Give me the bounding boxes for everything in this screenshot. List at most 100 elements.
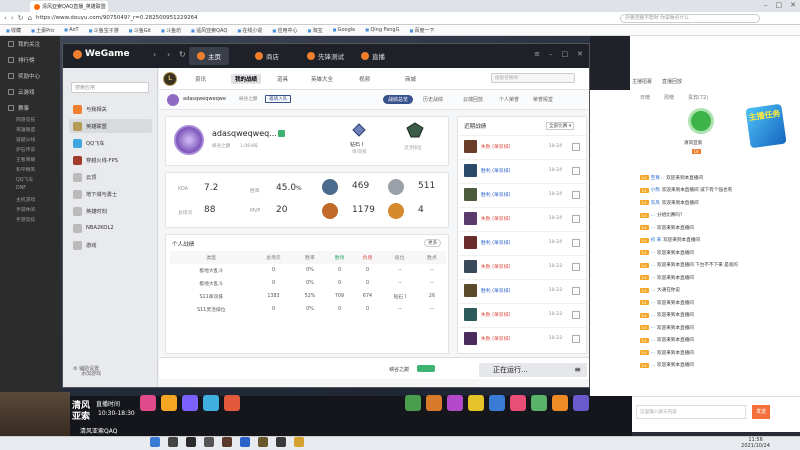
game-list-item[interactable]: 地下城与勇士	[69, 187, 152, 201]
lol-subtab[interactable]: 资讯	[195, 75, 206, 83]
match-row[interactable]: 胜利 (单双排) 10-24	[458, 231, 586, 253]
close-icon[interactable]: ✕	[577, 50, 583, 58]
wegame-nav-item[interactable]: 商店	[247, 47, 287, 65]
game-list-item[interactable]: 游戏	[69, 238, 152, 252]
lol-subtab[interactable]: 视频	[359, 75, 370, 83]
game-list-item[interactable]: 与我相关	[69, 102, 152, 116]
chat-username[interactable]: ...	[651, 288, 655, 293]
bookmark-item[interactable]: 遥风亚索QAQ	[191, 27, 227, 34]
douyu-side-item[interactable]: 云游戏	[0, 84, 60, 100]
gift-icon[interactable]	[405, 395, 421, 411]
gift-icon[interactable]	[552, 395, 568, 411]
chat-username[interactable]: ...	[651, 263, 655, 268]
gift-icon[interactable]	[573, 395, 589, 411]
chat-username[interactable]: 至尊...	[651, 175, 665, 181]
lol-subtab[interactable]: 英雄大全	[311, 75, 333, 83]
host-avatar[interactable]	[688, 108, 714, 134]
match-row[interactable]: 失败 (单双排) 10-24	[458, 135, 586, 157]
taskbar-app-icon[interactable]	[276, 437, 286, 447]
taskbar-app-icon[interactable]	[168, 437, 178, 447]
wegame-nav-item[interactable]: 直播	[353, 47, 393, 65]
player-avatar[interactable]	[174, 125, 204, 155]
minimize-icon[interactable]: –	[764, 1, 768, 9]
match-row[interactable]: 失败 (单双排) 10-24	[458, 207, 586, 229]
match-row[interactable]: 胜利 (单双排) 10-24	[458, 159, 586, 181]
gift-icon[interactable]	[468, 395, 484, 411]
back-icon[interactable]: ‹	[153, 50, 156, 59]
match-detail-icon[interactable]	[572, 238, 580, 247]
rank-tab[interactable]: 日榜	[640, 94, 650, 101]
close-icon[interactable]: ✕	[790, 1, 796, 9]
bookmark-item[interactable]: 斗鱼Git	[129, 27, 151, 34]
invite-button[interactable]: 邀请入队	[265, 95, 292, 103]
browser-tab[interactable]: 清风亚索QAQ直播_英雄联盟	[30, 1, 108, 12]
gift-icon[interactable]	[489, 395, 505, 411]
douyu-side-item[interactable]: 我的关注	[0, 36, 60, 52]
minimize-icon[interactable]: –	[549, 50, 553, 58]
home-icon[interactable]: ⌂	[28, 14, 32, 22]
match-detail-icon[interactable]	[572, 334, 580, 343]
bookmark-item[interactable]: AoT	[64, 27, 78, 33]
chat-tab[interactable]: 直播回放	[662, 78, 682, 90]
bookmark-item[interactable]: 斗鱼宝子游	[89, 27, 119, 34]
match-row[interactable]: 胜利 (单双排) 10-23	[458, 279, 586, 301]
douyu-side-sub[interactable]: 英雄联盟	[0, 126, 60, 136]
chat-input[interactable]: 这里输入聊天内容	[636, 405, 746, 419]
taskbar-app-icon[interactable]	[294, 437, 304, 447]
lol-subtab[interactable]: 道具	[277, 75, 288, 83]
douyu-side-sub[interactable]: 王者荣耀	[0, 156, 60, 166]
game-list-item[interactable]: 穿越火线-FPS	[69, 153, 152, 167]
game-list-item[interactable]: QQ飞车	[69, 136, 152, 150]
profile-tab[interactable]: 战绩总览	[383, 95, 414, 104]
back-icon[interactable]: ‹	[4, 14, 7, 22]
match-row[interactable]: 失败 (单双排) 10-23	[458, 327, 586, 349]
match-detail-icon[interactable]	[572, 286, 580, 295]
bookmark-item[interactable]: 应用中心	[272, 27, 297, 34]
gift-icon[interactable]	[203, 395, 219, 411]
summoner-search-input[interactable]: 搜索召唤师	[491, 73, 575, 83]
douyu-side-sub[interactable]: 和平精英	[0, 166, 60, 176]
match-detail-icon[interactable]	[572, 262, 580, 271]
menu-icon[interactable]: ≡	[534, 50, 540, 58]
maximize-icon[interactable]: □	[562, 50, 569, 58]
bookmark-item[interactable]: 百度一下	[409, 27, 435, 34]
refresh-icon[interactable]: ↻	[179, 50, 186, 59]
douyu-side-item[interactable]: 赛事	[0, 100, 60, 116]
chat-username[interactable]: ...	[651, 350, 655, 355]
bookmark-item[interactable]: Google	[333, 27, 356, 33]
douyu-side-sub[interactable]: 炉石传说	[0, 146, 60, 156]
bookmark-item[interactable]: 淘宝	[307, 27, 323, 34]
douyu-side-item[interactable]: 排行榜	[0, 52, 60, 68]
forward-icon[interactable]: ›	[167, 50, 170, 59]
chat-username[interactable]: ...	[651, 250, 655, 255]
taskbar-app-icon[interactable]	[204, 437, 214, 447]
chat-username[interactable]: ...	[651, 325, 655, 330]
gift-icon[interactable]	[161, 395, 177, 411]
wegame-nav-item[interactable]: 主页	[189, 47, 229, 65]
douyu-side-sub[interactable]: 手游竞技	[0, 216, 60, 226]
gift-icon[interactable]	[510, 395, 526, 411]
gift-icon[interactable]	[140, 395, 156, 411]
wegame-nav-item[interactable]: 先锋测试	[299, 47, 352, 65]
profile-tab[interactable]: 个人荣誉	[499, 96, 519, 103]
gift-icon[interactable]	[531, 395, 547, 411]
match-detail-icon[interactable]	[572, 310, 580, 319]
chat-username[interactable]: ...	[651, 338, 655, 343]
profile-tab[interactable]: 云端回放	[463, 96, 483, 103]
profile-tab[interactable]: 历史战绩	[423, 96, 443, 103]
bookmark-item[interactable]: 在线小说	[237, 27, 262, 34]
url-field[interactable]: https://www.douyu.com/9075049?_r=0.28250…	[36, 15, 616, 21]
maximize-icon[interactable]: □	[776, 1, 783, 9]
taskbar-app-icon[interactable]	[222, 437, 232, 447]
chat-username[interactable]: ...	[651, 313, 655, 318]
chat-username[interactable]: ...	[651, 300, 655, 305]
chat-username[interactable]: ...	[651, 275, 655, 280]
taskbar-app-icon[interactable]	[258, 437, 268, 447]
send-button[interactable]: 发送	[752, 405, 770, 419]
chat-username[interactable]: 初 来	[651, 237, 662, 243]
chat-username[interactable]: ...	[651, 363, 655, 368]
rank-tab[interactable]: 周榜	[664, 94, 674, 101]
bookmark-item[interactable]: 收藏	[6, 27, 21, 34]
match-row[interactable]: 胜利 (单双排) 10-24	[458, 183, 586, 205]
bookmark-item[interactable]: Qing FengG	[365, 27, 399, 33]
